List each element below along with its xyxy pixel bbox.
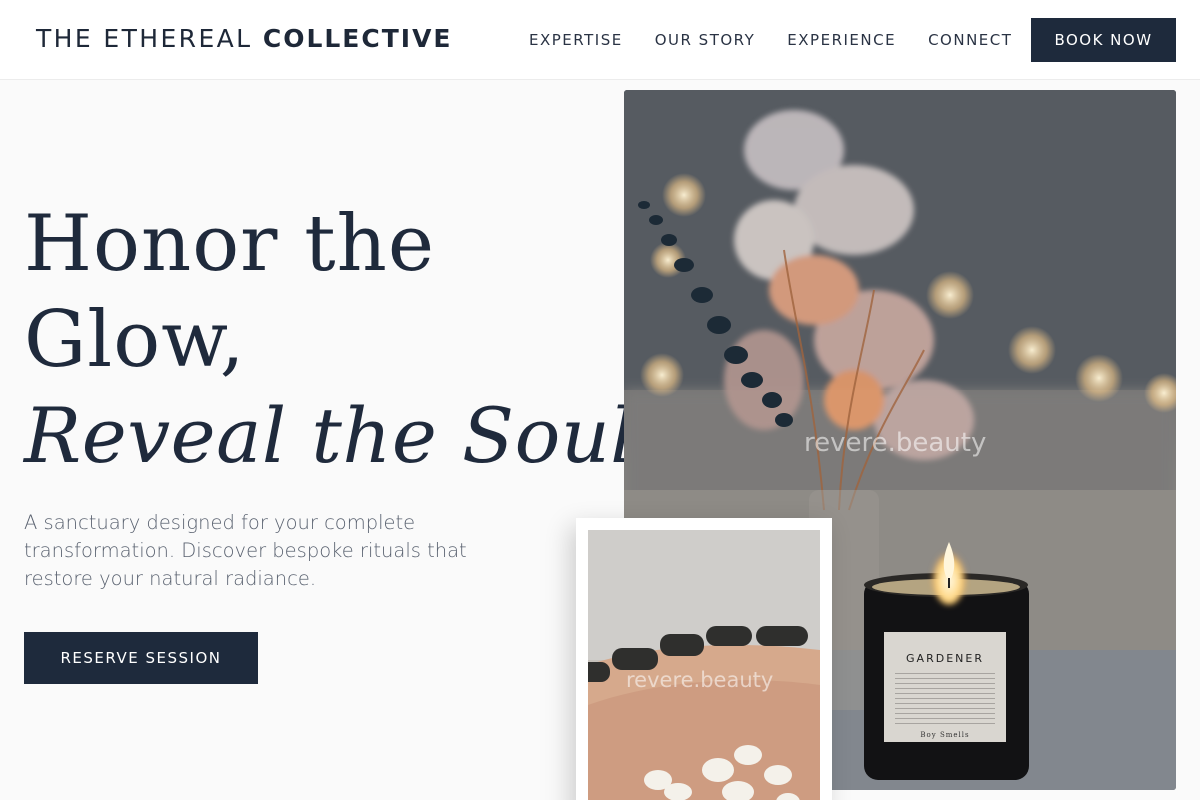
nav-link-connect[interactable]: CONNECT — [928, 31, 1012, 49]
candle-brand: Boy Smells — [920, 731, 970, 739]
nav-link-expertise[interactable]: EXPERTISE — [529, 31, 623, 49]
main-nav: EXPERTISE OUR STORY EXPERIENCE CONNECT — [529, 31, 1044, 49]
nav-link-our-story[interactable]: OUR STORY — [655, 31, 756, 49]
hot-stone-massage-photo: revere.beauty — [588, 530, 820, 800]
main-photo-watermark: revere.beauty — [804, 428, 987, 458]
hero-title-line-2: Glow, — [24, 295, 246, 385]
reserve-session-button[interactable]: RESERVE SESSION — [24, 632, 258, 684]
hero-title: Honor the Glow, Reveal the Soul. — [24, 196, 660, 484]
candle-label: GARDENER Boy Smells — [884, 632, 1006, 742]
nav-link-experience[interactable]: EXPERIENCE — [787, 31, 896, 49]
inset-photo-watermark: revere.beauty — [626, 668, 774, 692]
candle-fine-print — [895, 673, 995, 727]
site-logo[interactable]: THE ETHEREAL COLLECTIVE — [36, 24, 453, 53]
logo-text-light: THE ETHEREAL — [36, 24, 253, 53]
book-now-button[interactable]: BOOK NOW — [1031, 18, 1176, 62]
hot-stone-illustration — [588, 530, 820, 800]
hero-title-line-3: Reveal the Soul. — [24, 391, 660, 480]
inset-photo-frame: revere.beauty — [576, 518, 832, 800]
hero-title-line-1: Honor the — [24, 199, 435, 289]
candle-name: GARDENER — [906, 652, 984, 665]
site-header: THE ETHEREAL COLLECTIVE EXPERTISE OUR ST… — [0, 0, 1200, 80]
hero-subtitle: A sanctuary designed for your complete t… — [24, 511, 467, 590]
logo-text-bold: COLLECTIVE — [262, 24, 453, 53]
